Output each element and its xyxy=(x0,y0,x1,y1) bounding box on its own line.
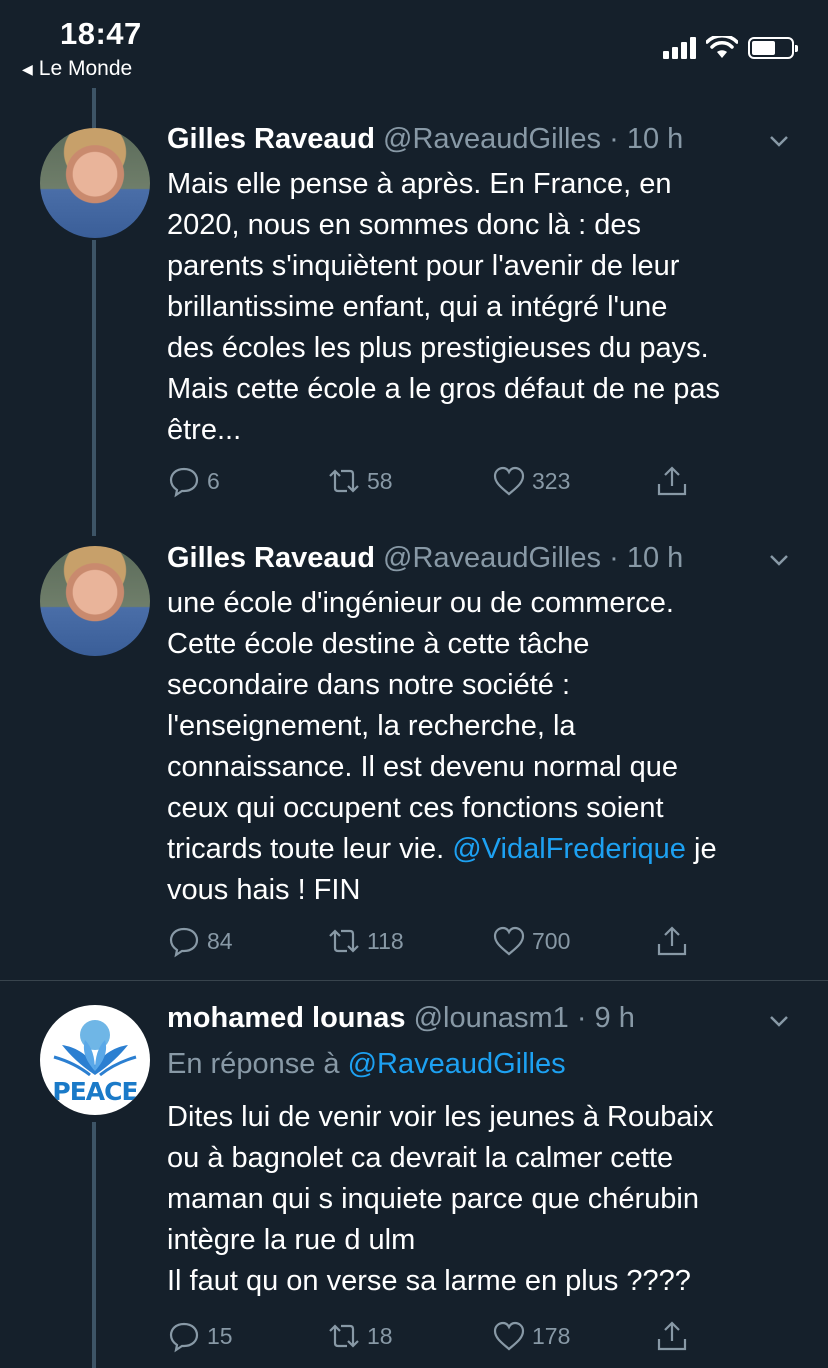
like-button[interactable]: 178 xyxy=(492,1319,570,1353)
retweet-button[interactable]: 18 xyxy=(327,1319,393,1353)
reply-prefix: En réponse à xyxy=(167,1048,348,1080)
peace-text: PEACE xyxy=(52,1077,138,1106)
tweet-line-text: tricards toute leur vie. xyxy=(167,833,453,865)
tweet-text: Mais elle pense à après. En France, en 2… xyxy=(167,164,797,451)
heart-icon xyxy=(493,926,525,956)
tweet-line: vous hais ! FIN xyxy=(167,874,361,906)
tweet-line: maman qui s inquiete parce que chérubin xyxy=(167,1183,699,1215)
tweet-line: une école d'ingénieur ou de commerce. xyxy=(167,587,674,619)
tweet-line: Mais elle pense à après. En France, en xyxy=(167,168,672,200)
tweet-line: secondaire dans notre société : xyxy=(167,669,571,701)
reply-icon xyxy=(169,467,199,498)
tweet-time: 9 h xyxy=(594,1002,635,1034)
retweet-count: 58 xyxy=(367,467,393,494)
tweet-line: Il faut qu on verse sa larme en plus ???… xyxy=(167,1265,691,1297)
reply-icon xyxy=(169,927,199,958)
tweet-actions: 15 18 178 xyxy=(167,1319,697,1359)
reply-button[interactable]: 6 xyxy=(167,464,220,498)
share-button[interactable] xyxy=(655,1319,689,1353)
heart-icon xyxy=(493,1321,525,1351)
tweet-time: 10 h xyxy=(626,123,684,155)
reply-context: En réponse à @RaveaudGilles xyxy=(167,1048,566,1081)
reply-count: 15 xyxy=(207,1322,233,1349)
author-handle[interactable]: @lounasm1 xyxy=(414,1002,569,1034)
author-name[interactable]: Gilles Raveaud xyxy=(167,123,375,155)
chevron-down-icon[interactable] xyxy=(768,130,790,152)
reply-button[interactable]: 84 xyxy=(167,924,233,958)
reply-icon xyxy=(169,1322,199,1353)
retweet-button[interactable]: 58 xyxy=(327,464,393,498)
tweet-line: Cette école destine à cette tâche xyxy=(167,628,590,660)
avatar[interactable]: PEACE xyxy=(40,1005,150,1115)
author-handle[interactable]: @RaveaudGilles xyxy=(383,123,601,155)
separator-dot: · xyxy=(609,123,619,155)
retweet-count: 18 xyxy=(367,1322,393,1349)
reply-button[interactable]: 15 xyxy=(167,1319,233,1353)
share-icon xyxy=(657,1321,687,1351)
retweet-icon xyxy=(329,469,359,493)
tweet-text: une école d'ingénieur ou de commerce. Ce… xyxy=(167,583,797,911)
share-button[interactable] xyxy=(655,464,689,498)
reply-count: 6 xyxy=(207,467,220,494)
tweet-line: intègre la rue d ulm xyxy=(167,1224,416,1256)
tweet-line: ceux qui occupent ces fonctions soient xyxy=(167,792,664,824)
like-button[interactable]: 700 xyxy=(492,924,570,958)
author-handle[interactable]: @RaveaudGilles xyxy=(383,542,601,574)
tweet[interactable]: Gilles Raveaud @RaveaudGilles · 10 h une… xyxy=(0,540,828,980)
avatar[interactable] xyxy=(40,546,150,656)
tweet-line: brillantissime enfant, qui a intégré l'u… xyxy=(167,291,668,323)
tweet-text: Dites lui de venir voir les jeunes à Rou… xyxy=(167,1097,797,1302)
tweet-line: connaissance. Il est devenu normal que xyxy=(167,751,679,783)
tweet-line: 2020, nous en sommes donc là : des xyxy=(167,209,641,241)
tweet-header: mohamed lounas @lounasm1 · 9 h xyxy=(167,1002,635,1035)
reply-count: 84 xyxy=(207,927,233,954)
like-button[interactable]: 323 xyxy=(492,464,570,498)
tweet-header: Gilles Raveaud @RaveaudGilles · 10 h xyxy=(167,542,683,575)
separator-dot: · xyxy=(609,542,619,574)
tweet-line: tricards toute leur vie. @VidalFrederiqu… xyxy=(167,829,797,870)
share-button[interactable] xyxy=(655,924,689,958)
author-name[interactable]: mohamed lounas xyxy=(167,1002,406,1034)
like-count: 323 xyxy=(532,467,571,494)
tweet-line: des écoles les plus prestigieuses du pay… xyxy=(167,332,709,364)
retweet-count: 118 xyxy=(367,927,404,954)
like-count: 178 xyxy=(532,1322,571,1349)
tweet-line: ou à bagnolet ca devrait la calmer cette xyxy=(167,1142,674,1174)
share-icon xyxy=(657,926,687,956)
tweet-line: parents s'inquiètent pour l'avenir de le… xyxy=(167,250,680,282)
tweet[interactable]: PEACE mohamed lounas @lounasm1 · 9 h En … xyxy=(0,981,828,1368)
avatar[interactable] xyxy=(40,128,150,238)
author-name[interactable]: Gilles Raveaud xyxy=(167,542,375,574)
tweet-line: l'enseignement, la recherche, la xyxy=(167,710,576,742)
tweet-header: Gilles Raveaud @RaveaudGilles · 10 h xyxy=(167,123,683,156)
like-count: 700 xyxy=(532,927,571,954)
mention-link[interactable]: @VidalFrederique xyxy=(452,833,686,865)
tweet-line: Mais cette école a le gros défaut de ne … xyxy=(167,373,720,405)
tweet[interactable]: Gilles Raveaud @RaveaudGilles · 10 h Mai… xyxy=(0,0,828,540)
tweet-actions: 84 118 700 xyxy=(167,924,697,964)
chevron-down-icon[interactable] xyxy=(768,1010,790,1032)
chevron-down-icon[interactable] xyxy=(768,549,790,571)
retweet-button[interactable]: 118 xyxy=(327,924,404,958)
retweet-icon xyxy=(329,929,359,953)
tweet-time: 10 h xyxy=(626,542,684,574)
reply-mention-link[interactable]: @RaveaudGilles xyxy=(348,1048,566,1080)
retweet-icon xyxy=(329,1324,359,1348)
share-icon xyxy=(657,466,687,496)
tweet-actions: 6 58 323 xyxy=(167,464,697,504)
separator-dot: · xyxy=(576,1002,587,1034)
tweet-line: être... xyxy=(167,414,242,446)
heart-icon xyxy=(493,466,525,496)
tweet-line-text: je xyxy=(685,833,717,865)
tweet-line: Dites lui de venir voir les jeunes à Rou… xyxy=(167,1101,714,1133)
